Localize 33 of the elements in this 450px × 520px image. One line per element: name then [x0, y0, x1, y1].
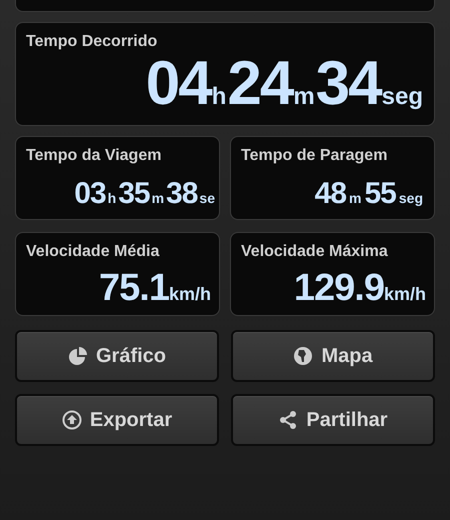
- stat-label: Velocidade Média: [26, 243, 160, 261]
- stat-label: Velocidade Máxima: [241, 243, 389, 261]
- stat-unit: h: [108, 190, 116, 206]
- stat-unit: km/h: [168, 284, 211, 305]
- stat-value: 38: [166, 177, 198, 211]
- stat-value: 35: [118, 177, 150, 211]
- stat-unit: m: [152, 190, 164, 206]
- action-button[interactable]: Gráfico: [15, 330, 219, 382]
- stat-label: Tempo Decorrido: [26, 33, 158, 51]
- time-value: 24: [227, 51, 292, 117]
- time-value: 04: [146, 51, 211, 117]
- stat-unit: km/h: [384, 284, 426, 305]
- stat-label: Tempo da Viagem: [26, 147, 162, 165]
- stat-value: 129.9: [294, 267, 384, 310]
- stat-value: 03: [74, 177, 106, 211]
- action-button[interactable]: Mapa: [231, 330, 435, 382]
- action-button[interactable]: Exportar: [15, 394, 219, 446]
- time-unit: seg: [382, 83, 423, 111]
- action-button[interactable]: Partilhar: [231, 394, 435, 446]
- stat-value: 48: [314, 177, 346, 211]
- stat-value: 75.1: [99, 267, 169, 310]
- stat-unit: m: [349, 190, 362, 206]
- upload-icon: [62, 410, 82, 430]
- time-unit: m: [293, 83, 315, 111]
- stat-label: Tempo de Paragem: [241, 147, 388, 165]
- stat-value: 55: [364, 177, 396, 211]
- share-icon: [278, 410, 298, 430]
- globe-icon: [293, 346, 314, 366]
- stat-unit: se: [199, 190, 215, 206]
- time-value: 34: [316, 51, 381, 117]
- pie-chart-icon: [68, 346, 88, 366]
- stat-unit: seg: [398, 190, 423, 206]
- time-unit: h: [212, 83, 226, 111]
